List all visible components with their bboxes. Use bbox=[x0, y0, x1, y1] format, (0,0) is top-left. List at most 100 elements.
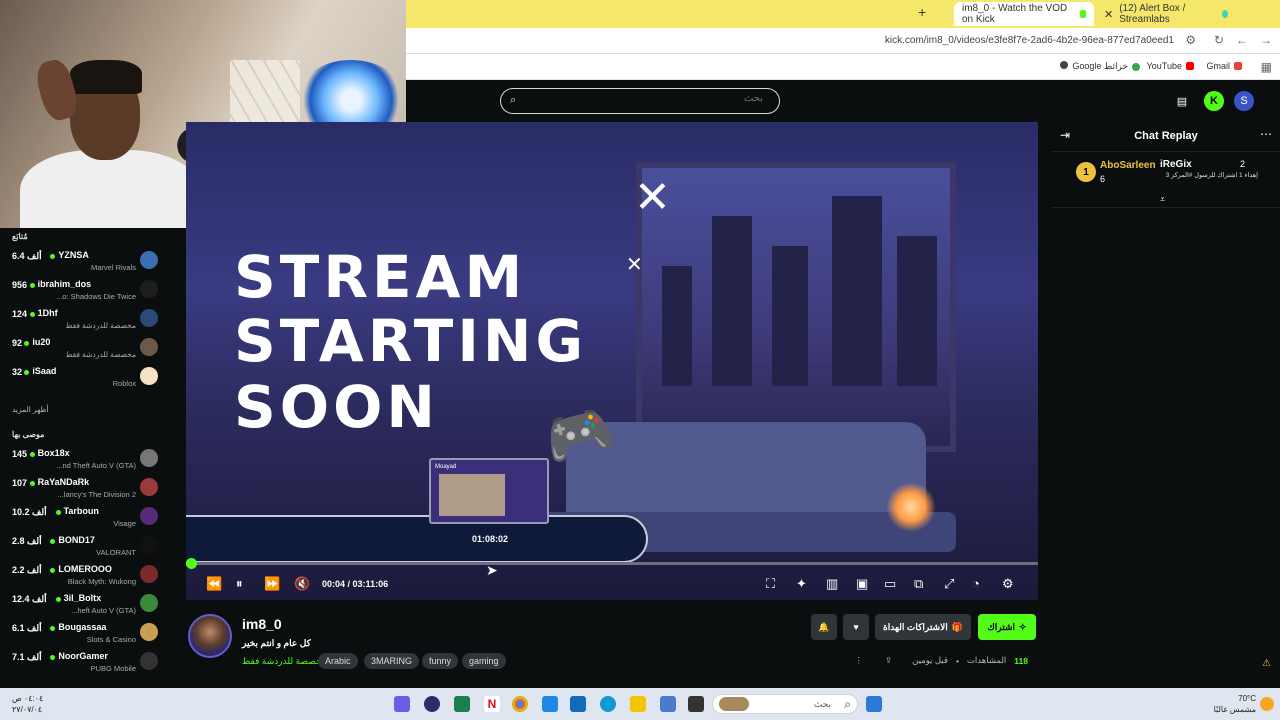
wallet-icon[interactable]: ▤ bbox=[1172, 91, 1192, 111]
sidebar-channel-item[interactable]: 124 1Dhf مخصصة للدردشة فقط bbox=[0, 306, 170, 335]
live-dot-icon bbox=[50, 254, 56, 259]
clip-icon[interactable]: ⛶ bbox=[766, 576, 775, 592]
sidebar-channel-item[interactable]: 2.2 ألف LOMEROOO Black Myth: Wukong bbox=[0, 562, 170, 591]
tag-chip[interactable]: funny bbox=[422, 653, 459, 669]
forward-icon[interactable]: → bbox=[1260, 33, 1272, 47]
weather-temp: 70°C bbox=[1238, 694, 1256, 703]
address-bar: kick.com/im8_0/videos/e3fe8f7e-2ad6-4b2e… bbox=[406, 28, 1280, 54]
share-icon[interactable]: ⇪ bbox=[885, 655, 892, 666]
system-clock[interactable]: ٠٤:٠٤ ص ٢٧/٠٧/٠٤ bbox=[12, 693, 43, 715]
more-options-icon[interactable]: ⋯ bbox=[1260, 127, 1272, 141]
tab-kick-vod[interactable]: im8_0 - Watch the VOD on Kick bbox=[954, 2, 1094, 26]
stats-icon[interactable]: ▥ bbox=[826, 576, 838, 592]
terminal-icon[interactable] bbox=[688, 696, 704, 712]
theater-icon[interactable]: ▭ bbox=[884, 576, 896, 592]
follow-heart-icon[interactable]: ♥ bbox=[843, 614, 869, 640]
sidebar-channel-item[interactable]: 12.4 ألف 3il_Boltx ...heft Auto V (GTA) bbox=[0, 591, 170, 620]
sidebar-channel-item[interactable]: 7.1 ألف NoorGamer PUBG Mobile bbox=[0, 649, 170, 678]
expand-icon[interactable]: ⩡ bbox=[1160, 194, 1165, 205]
warning-icon[interactable]: ⚠ bbox=[1262, 658, 1271, 669]
edge-icon[interactable] bbox=[600, 696, 616, 712]
sparkle-button-icon[interactable]: ✦ bbox=[796, 576, 807, 592]
more-vertical-icon[interactable]: ⋮ bbox=[855, 655, 864, 666]
stream-category[interactable]: مخصصة للدردشة فقط bbox=[242, 656, 327, 667]
discord-icon[interactable] bbox=[394, 696, 410, 712]
channel-name: Bougassaa bbox=[58, 622, 107, 632]
channels-sidebar: مُتابَع 6.4 ألف YZNSA Marvel Rivals 956 ibra… bbox=[0, 228, 170, 688]
close-tab-icon[interactable]: ✕ bbox=[1104, 8, 1113, 21]
taskbar-search[interactable]: بحث ⌕ bbox=[712, 694, 858, 714]
calendar-icon[interactable] bbox=[570, 696, 586, 712]
site-settings-icon[interactable]: ⚙ bbox=[1185, 33, 1196, 47]
timecode: 00:04 / 03:11:06 bbox=[322, 579, 389, 589]
tag-chip[interactable]: gaming bbox=[462, 653, 506, 669]
back-icon[interactable]: ← bbox=[1236, 33, 1248, 47]
speed-icon[interactable]: ◔ bbox=[972, 576, 980, 591]
recipient-name[interactable]: iReGix bbox=[1160, 159, 1192, 170]
gifter-name[interactable]: AboSarleen bbox=[1100, 160, 1156, 171]
apps-grid-icon[interactable]: ▦ bbox=[1261, 60, 1272, 74]
search-highlight-icon bbox=[719, 697, 749, 711]
clock-time: ٠٤:٠٤ ص bbox=[12, 694, 44, 703]
player-controls: ⏪ ⏸ ⏩ 🔇 00:04 / 03:11:06 ⛶ ✦ ▥ ▣ ▭ ⧉ ⤢ ◔… bbox=[186, 570, 1038, 600]
mute-icon[interactable]: 🔇 bbox=[294, 576, 310, 592]
reload-icon[interactable]: ↻ bbox=[1214, 33, 1224, 47]
store-icon[interactable] bbox=[454, 696, 470, 712]
pip-icon[interactable]: ⧉ bbox=[914, 576, 923, 592]
miniplayer-icon[interactable]: ▣ bbox=[856, 576, 868, 592]
channel-avatar[interactable] bbox=[188, 614, 232, 658]
chrome-icon[interactable] bbox=[512, 696, 528, 712]
url-text[interactable]: kick.com/im8_0/videos/e3fe8f7e-2ad6-4b2e… bbox=[885, 35, 1174, 46]
kick-logo-icon[interactable]: K bbox=[1204, 91, 1224, 111]
bookmark-youtube[interactable]: YouTube bbox=[1147, 61, 1194, 71]
viewer-count: 32 bbox=[12, 367, 23, 377]
mail-icon[interactable] bbox=[542, 696, 558, 712]
search-input[interactable] bbox=[523, 93, 763, 104]
windows-start-icon[interactable] bbox=[866, 696, 882, 712]
sidebar-channel-item[interactable]: 32 iSaad Roblox bbox=[0, 364, 170, 393]
viewer-count: 10.2 ألف bbox=[12, 507, 47, 517]
gift-subs-button[interactable]: الاشتراكات الهداة 🎁 bbox=[875, 614, 971, 640]
show-more-link[interactable]: أظهر المزيد bbox=[12, 405, 49, 414]
sidebar-channel-item[interactable]: 107 RaYaNDaRk ...lancy's The Division 2 bbox=[0, 475, 170, 504]
notifications-bell-icon[interactable]: 🔔 bbox=[811, 614, 837, 640]
sidebar-channel-item[interactable]: 956 ibrahim_dos ...o: Shadows Die Twice bbox=[0, 277, 170, 306]
forward-icon[interactable]: ⏩ bbox=[264, 576, 280, 592]
file-explorer-icon[interactable] bbox=[630, 696, 646, 712]
subscribe-button[interactable]: اشتراك ✧ bbox=[978, 614, 1036, 640]
sidebar-channel-item[interactable]: 145 Box18x ...nd Theft Auto V (GTA) bbox=[0, 446, 170, 475]
pause-icon[interactable]: ⏸ bbox=[236, 576, 243, 592]
progress-bar[interactable] bbox=[186, 562, 1038, 565]
weather-widget[interactable]: 70°C مشمس غالبًا bbox=[1214, 693, 1256, 715]
gift-message: إهداء 1 اشتراك للرسول #المركز 3 bbox=[1165, 172, 1258, 179]
bookmark-google-maps[interactable]: Google خرائط bbox=[1072, 61, 1140, 72]
building bbox=[772, 246, 808, 386]
obs-icon[interactable] bbox=[424, 696, 440, 712]
search-box[interactable]: ⌕ bbox=[500, 88, 780, 114]
channel-category: Visage bbox=[113, 519, 136, 528]
tag-chip[interactable]: Arabic bbox=[318, 653, 358, 669]
sidebar-channel-item[interactable]: 92 iu20 مخصصة للدردشة فقط bbox=[0, 335, 170, 364]
chrome-web-store-icon[interactable] bbox=[1060, 61, 1068, 69]
sidebar-channel-item[interactable]: 2.8 ألف BOND17 VALORANT bbox=[0, 533, 170, 562]
tag-chip[interactable]: 3MARING bbox=[364, 653, 420, 669]
live-dot-icon bbox=[50, 626, 56, 631]
settings-gear-icon[interactable]: ⚙ bbox=[1002, 576, 1014, 592]
live-dot-icon bbox=[24, 370, 30, 375]
rewind-icon[interactable]: ⏪ bbox=[206, 576, 222, 592]
channel-category: Marvel Rivals bbox=[90, 263, 136, 272]
fullscreen-icon[interactable]: ⤢ bbox=[944, 576, 954, 592]
tab-streamlabs[interactable]: ✕ (12) Alert Box / Streamlabs bbox=[1096, 3, 1236, 25]
progress-handle[interactable] bbox=[186, 558, 197, 569]
sidebar-channel-item[interactable]: 10.2 ألف Tarboun Visage bbox=[0, 504, 170, 533]
netflix-icon[interactable]: N bbox=[484, 696, 500, 712]
sidebar-channel-item[interactable]: 6.4 ألف YZNSA Marvel Rivals bbox=[0, 248, 170, 277]
sidebar-channel-item[interactable]: 6.1 ألف Bougassaa Slots & Casino bbox=[0, 620, 170, 649]
channel-name[interactable]: im8_0 bbox=[242, 616, 282, 632]
bookmark-gmail[interactable]: Gmail bbox=[1206, 61, 1242, 71]
photos-icon[interactable] bbox=[660, 696, 676, 712]
new-tab-button[interactable]: + bbox=[918, 4, 926, 20]
preview-frame bbox=[439, 474, 505, 516]
user-avatar[interactable]: S bbox=[1234, 91, 1254, 111]
kick-favicon-icon bbox=[1079, 10, 1086, 18]
